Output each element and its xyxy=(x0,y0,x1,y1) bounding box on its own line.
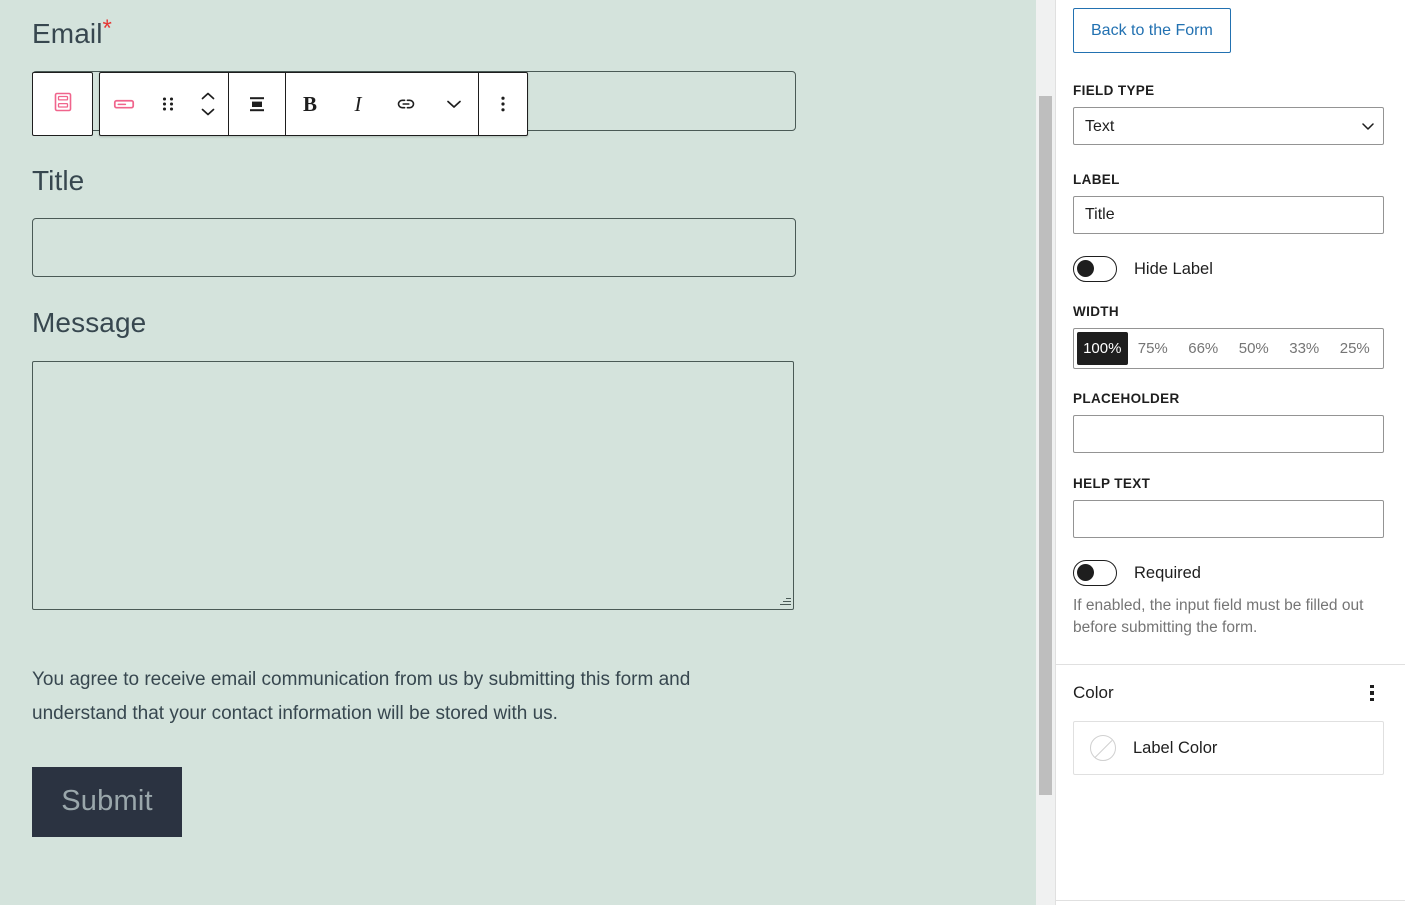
parent-block-button[interactable] xyxy=(32,72,93,136)
width-option-100[interactable]: 100% xyxy=(1077,332,1128,365)
title-field-label: Title xyxy=(32,164,796,198)
help-text-input[interactable] xyxy=(1073,500,1384,538)
width-option-33[interactable]: 33% xyxy=(1279,332,1330,365)
contact-form: Email* xyxy=(32,0,796,837)
no-color-swatch-icon xyxy=(1090,735,1116,761)
options-icon[interactable] xyxy=(479,73,527,135)
color-panel-title: Color xyxy=(1073,683,1114,703)
back-to-the-form-button[interactable]: Back to the Form xyxy=(1073,8,1231,53)
required-note-wrap: If enabled, the input field must be fill… xyxy=(1056,595,1405,639)
color-panel-header: Color xyxy=(1073,665,1388,721)
settings-sidebar: Back to the Form FIELD TYPE Text LABEL H xyxy=(1055,0,1405,905)
required-text: Required xyxy=(1134,564,1201,583)
move-up-icon xyxy=(199,91,217,102)
help-text-group: HELP TEXT xyxy=(1056,476,1405,538)
vertical-scrollbar-track[interactable] xyxy=(1036,0,1055,905)
width-option-50[interactable]: 50% xyxy=(1229,332,1280,365)
label-color-row[interactable]: Label Color xyxy=(1073,721,1384,775)
title-input[interactable] xyxy=(32,218,796,277)
block-toolbar: B I xyxy=(32,72,528,136)
color-options-kebab-icon[interactable] xyxy=(1356,677,1388,709)
field-type-label: FIELD TYPE xyxy=(1073,83,1388,98)
bold-icon[interactable]: B xyxy=(286,73,334,135)
vertical-scrollbar-thumb[interactable] xyxy=(1039,96,1052,795)
field-type-group: FIELD TYPE Text xyxy=(1056,83,1405,145)
width-option-66[interactable]: 66% xyxy=(1178,332,1229,365)
field-type-select[interactable]: Text xyxy=(1073,107,1384,145)
form-block-icon xyxy=(51,90,75,119)
width-option-25[interactable]: 25% xyxy=(1330,332,1381,365)
hide-label-text: Hide Label xyxy=(1134,260,1213,279)
hide-label-toggle[interactable] xyxy=(1073,256,1117,282)
help-text-label: HELP TEXT xyxy=(1073,476,1388,491)
placeholder-label: PLACEHOLDER xyxy=(1073,391,1388,406)
message-field-label: Message xyxy=(32,306,796,340)
move-down-icon xyxy=(199,106,217,117)
required-asterisk: * xyxy=(103,15,112,42)
form-field-message[interactable]: Message xyxy=(32,306,796,610)
required-toggle[interactable] xyxy=(1073,560,1117,586)
width-group: WIDTH 100% 75% 66% 50% 33% 25% xyxy=(1056,304,1405,369)
width-button-group: 100% 75% 66% 50% 33% 25% xyxy=(1073,328,1384,369)
block-editor-screen: Email* xyxy=(0,0,1405,905)
form-field-email[interactable]: Email* xyxy=(32,0,796,131)
block-toolbar-main: B I xyxy=(99,72,528,136)
width-label: WIDTH xyxy=(1073,304,1388,319)
label-group: LABEL xyxy=(1056,172,1405,234)
more-formats-icon[interactable] xyxy=(430,73,478,135)
sidebar-top: Back to the Form xyxy=(1056,0,1405,53)
toggle-knob xyxy=(1077,260,1094,277)
label-field-label: LABEL xyxy=(1073,172,1388,187)
italic-icon[interactable]: I xyxy=(334,73,382,135)
drag-handle-icon[interactable] xyxy=(148,73,188,135)
width-option-75[interactable]: 75% xyxy=(1128,332,1179,365)
sidebar-bottom-divider xyxy=(1056,900,1405,901)
link-icon[interactable] xyxy=(382,73,430,135)
label-color-text: Label Color xyxy=(1133,739,1217,758)
message-textarea[interactable] xyxy=(32,361,794,610)
toggle-knob xyxy=(1077,564,1094,581)
required-note: If enabled, the input field must be fill… xyxy=(1073,595,1373,639)
submit-button[interactable]: Submit xyxy=(32,767,182,837)
editor-canvas: Email* xyxy=(0,0,1036,905)
email-field-label: Email* xyxy=(32,17,796,51)
color-panel: Color Label Color xyxy=(1056,665,1405,775)
move-updown-icon[interactable] xyxy=(188,73,228,135)
label-input[interactable] xyxy=(1073,196,1384,234)
required-row: Required xyxy=(1056,560,1405,586)
form-field-title[interactable]: Title xyxy=(32,164,796,278)
hide-label-row: Hide Label xyxy=(1056,256,1405,282)
placeholder-group: PLACEHOLDER xyxy=(1056,391,1405,453)
align-icon[interactable] xyxy=(229,73,285,135)
consent-text: You agree to receive email communication… xyxy=(32,663,772,731)
field-block-icon[interactable] xyxy=(100,73,148,135)
placeholder-input[interactable] xyxy=(1073,415,1384,453)
